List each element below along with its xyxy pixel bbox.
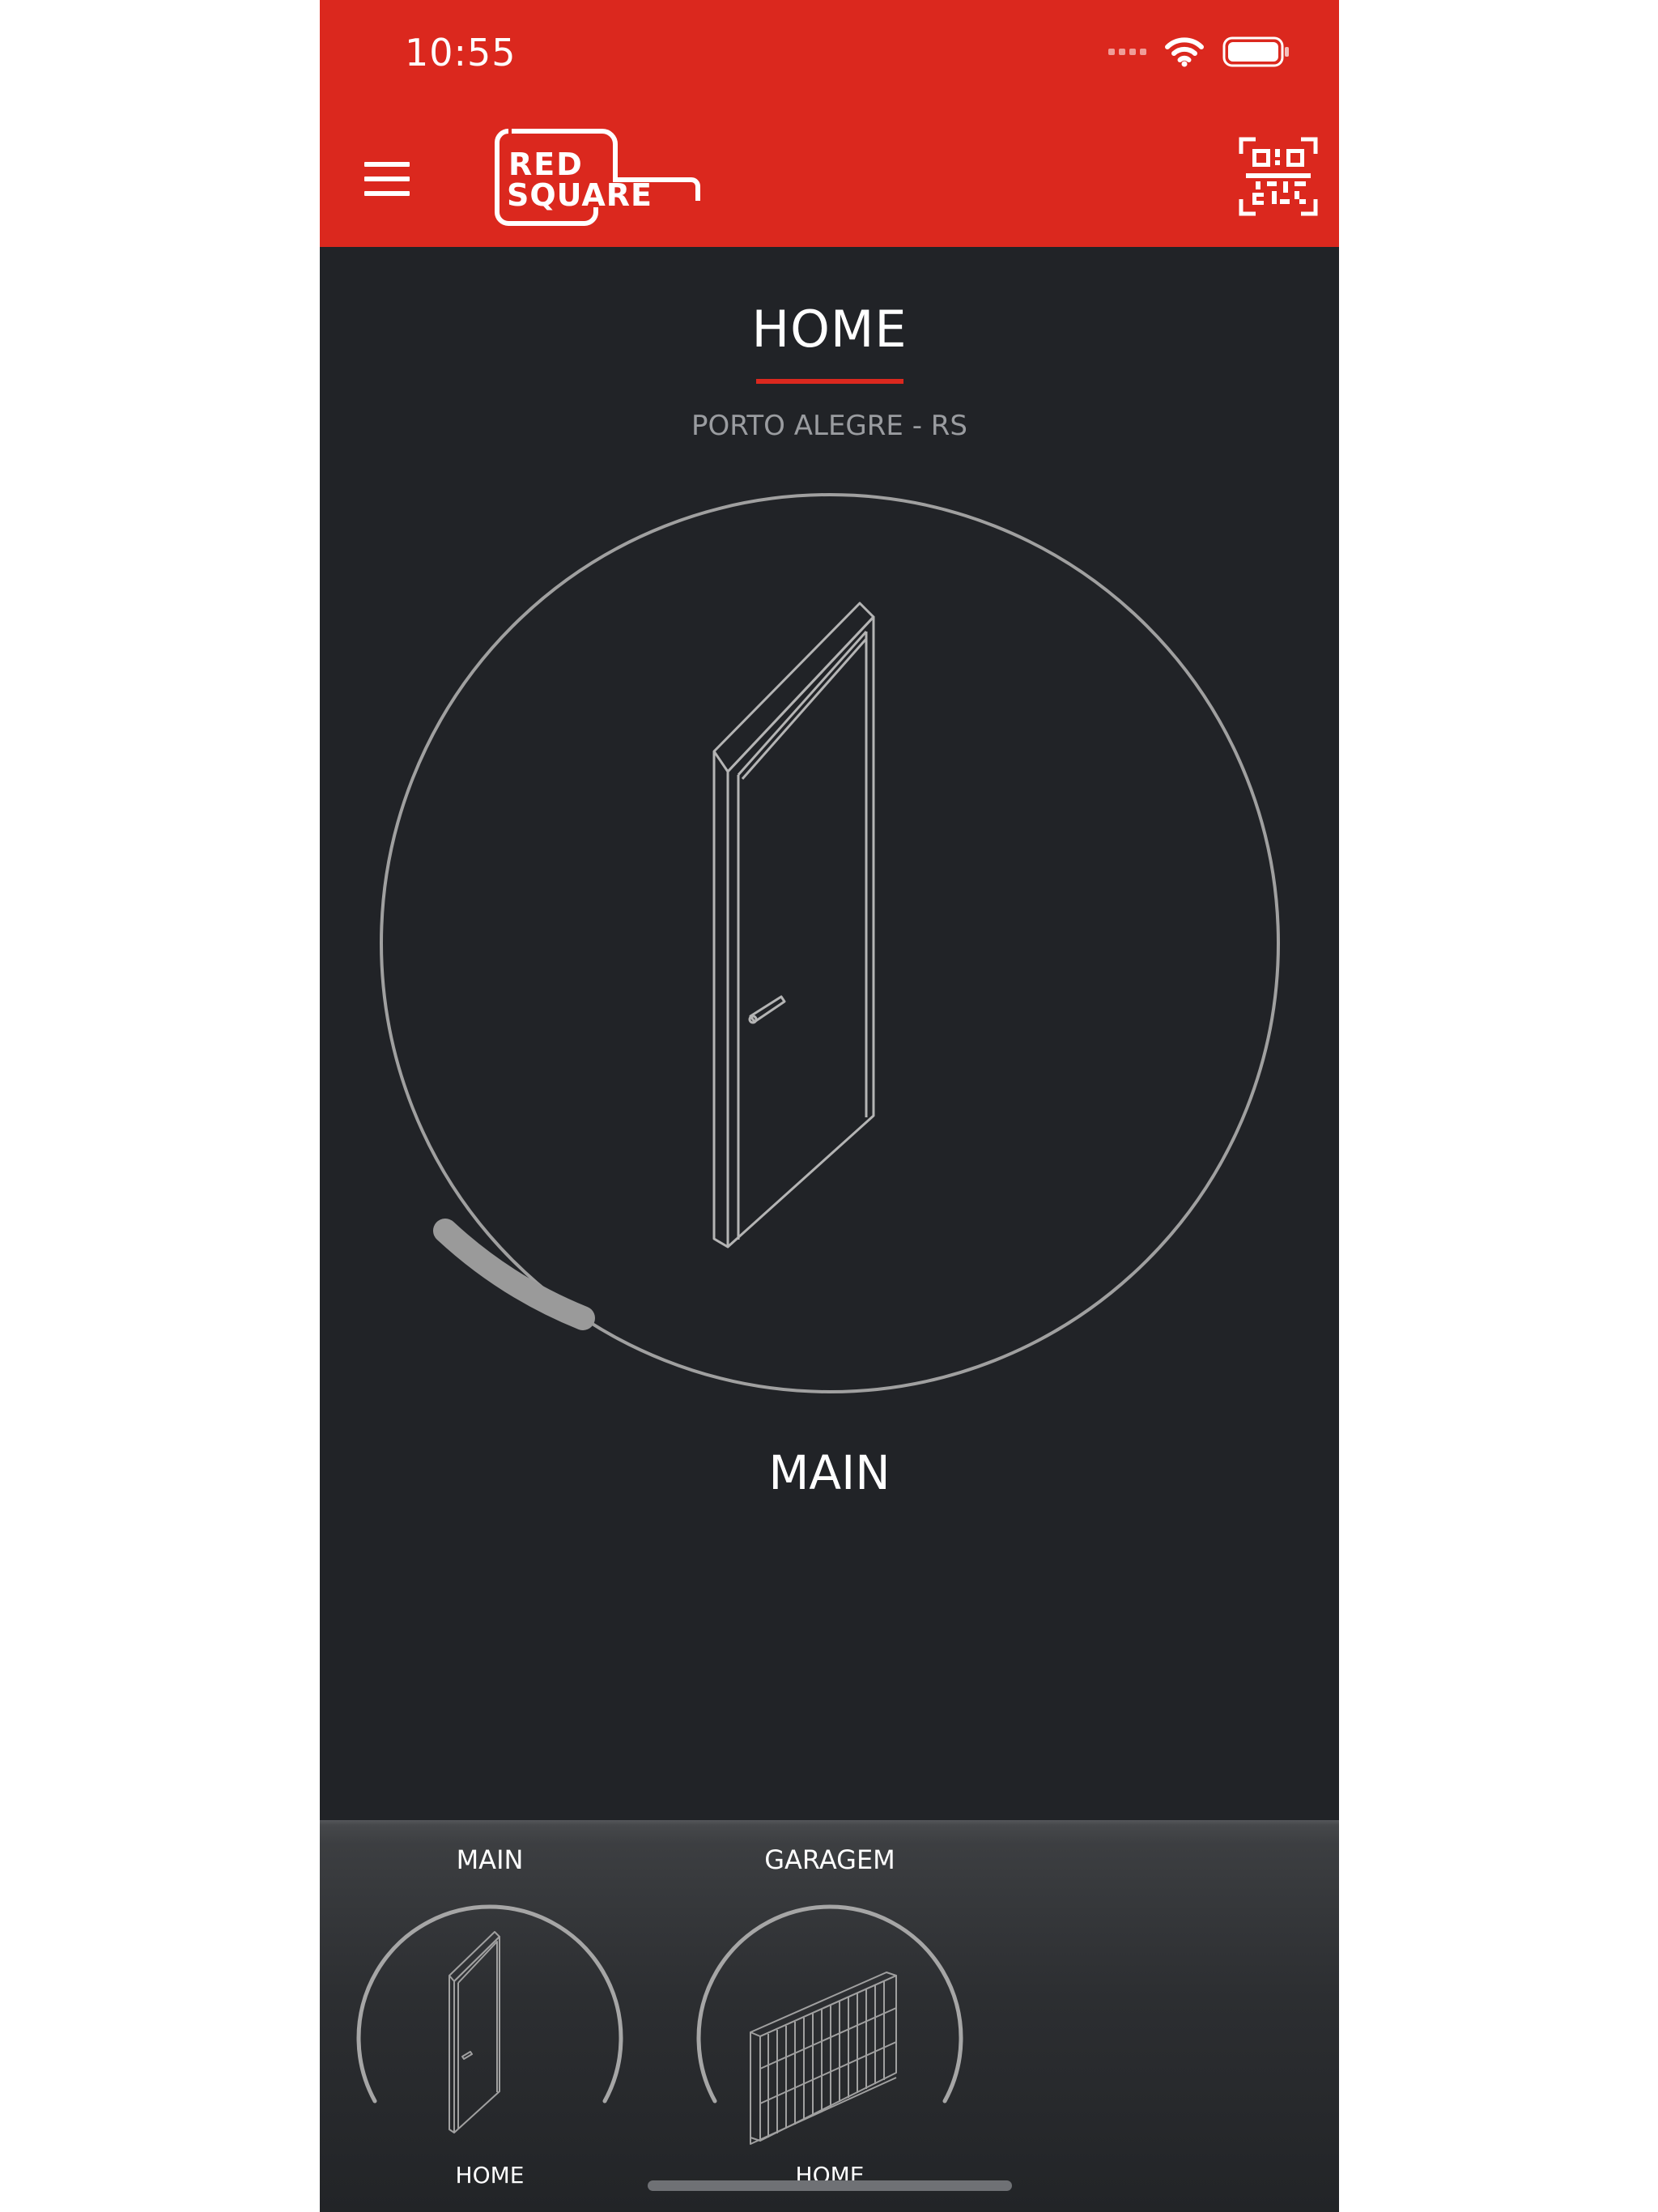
wifi-icon: [1165, 37, 1204, 67]
device-location: HOME: [455, 2162, 525, 2189]
page-title: HOME: [751, 300, 908, 359]
menu-button[interactable]: [364, 162, 411, 196]
app-screen: 10:55 RED SQUARE HOME PORTO ALEGRE - RS …: [320, 0, 1339, 2212]
logo-text-square: SQUARE: [507, 177, 653, 213]
status-icons: [1108, 36, 1290, 68]
selected-device-label: MAIN: [768, 1445, 891, 1500]
door-icon: [712, 602, 875, 1249]
qr-code-scan-button[interactable]: [1238, 136, 1319, 217]
battery-icon: [1222, 36, 1289, 67]
qr-code-icon: [1239, 137, 1318, 216]
dial-ring: [380, 493, 1280, 1393]
title-underline: [756, 379, 903, 384]
cellular-signal-icon: [1108, 49, 1146, 55]
dial-progress-arc: [433, 1219, 595, 1330]
device-name: GARAGEM: [764, 1844, 895, 1875]
app-header: 10:55 RED SQUARE: [320, 0, 1339, 247]
home-indicator[interactable]: [648, 2180, 1012, 2191]
device-carousel: MAIN HOME GARAGEM HOME: [320, 1820, 1339, 2212]
main-door-dial[interactable]: [376, 490, 1283, 1397]
location-subtitle: PORTO ALEGRE - RS: [691, 410, 967, 442]
device-card-garagem[interactable]: GARAGEM HOME: [660, 1820, 1000, 2212]
device-name: MAIN: [456, 1844, 524, 1875]
garage-gate-icon: [750, 1972, 897, 2145]
door-icon: [449, 1931, 500, 2133]
status-time: 10:55: [405, 31, 517, 74]
device-card-main[interactable]: MAIN HOME: [320, 1820, 660, 2212]
red-square-logo: RED SQUARE: [494, 128, 704, 232]
